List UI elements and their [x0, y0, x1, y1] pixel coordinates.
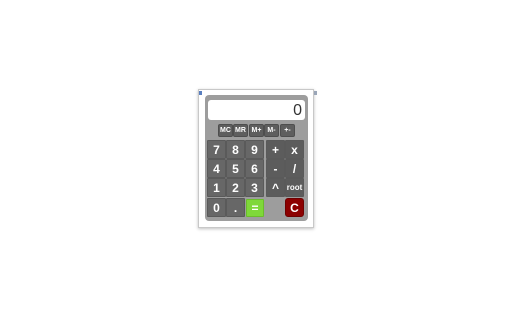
digit-5-button[interactable]: 5	[226, 159, 245, 178]
add-button[interactable]: +	[266, 140, 285, 159]
digit-2-button[interactable]: 2	[226, 178, 245, 197]
sign-toggle-button[interactable]: +-	[280, 124, 295, 137]
multiply-button[interactable]: x	[285, 140, 304, 159]
root-button[interactable]: root	[285, 178, 304, 197]
digit-3-button[interactable]: 3	[245, 178, 264, 197]
digit-7-button[interactable]: 7	[207, 140, 226, 159]
memory-add-button[interactable]: M+	[249, 124, 264, 137]
digit-4-button[interactable]: 4	[207, 159, 226, 178]
digit-9-button[interactable]: 9	[245, 140, 264, 159]
memory-subtract-button[interactable]: M-	[264, 124, 279, 137]
subtract-button[interactable]: -	[266, 159, 285, 178]
divide-button[interactable]: /	[285, 159, 304, 178]
power-button[interactable]: ^	[266, 178, 285, 197]
popup-edge-mark-right	[314, 91, 317, 95]
digit-6-button[interactable]: 6	[245, 159, 264, 178]
digit-8-button[interactable]: 8	[226, 140, 245, 159]
memory-clear-button[interactable]: MC	[218, 124, 233, 137]
popup-edge-mark-left	[199, 91, 202, 95]
digit-1-button[interactable]: 1	[207, 178, 226, 197]
clear-button[interactable]: C	[285, 198, 304, 217]
digit-0-button[interactable]: 0	[207, 198, 226, 217]
equals-button[interactable]: =	[246, 199, 264, 217]
calculator-display: 0	[208, 100, 305, 120]
decimal-point-button[interactable]: .	[226, 198, 245, 217]
memory-recall-button[interactable]: MR	[233, 124, 248, 137]
